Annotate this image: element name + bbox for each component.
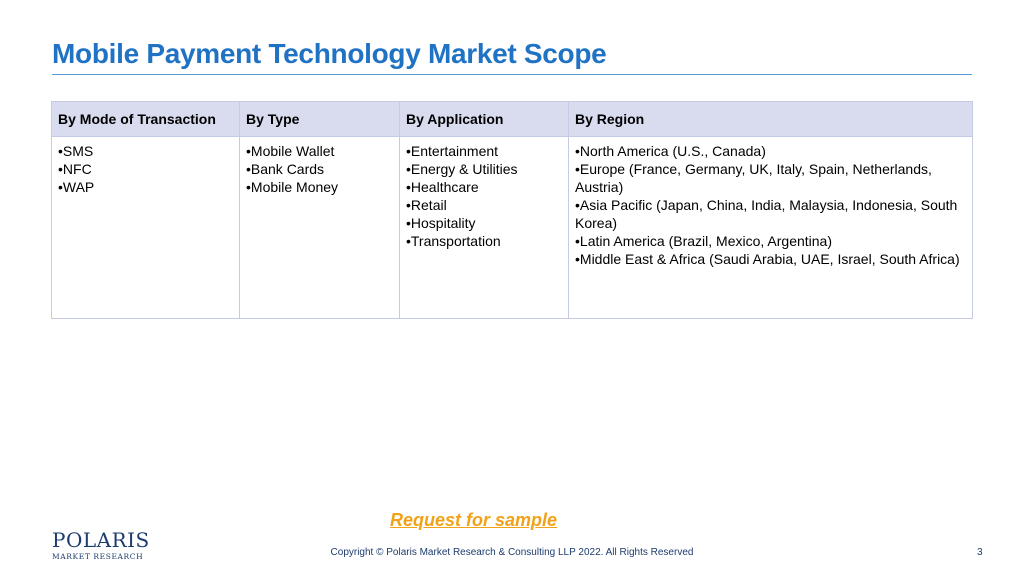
list-item: •Middle East & Africa (Saudi Arabia, UAE… <box>575 251 960 267</box>
list-item: •Mobile Money <box>246 179 339 195</box>
list-item: •Europe (France, Germany, UK, Italy, Spa… <box>575 161 932 195</box>
list-item: •Energy & Utilities <box>406 161 518 177</box>
header-type: By Type <box>239 101 400 137</box>
list-item: •Bank Cards <box>246 161 325 177</box>
list-item: •Mobile Wallet <box>246 143 335 159</box>
list-item: •Entertainment <box>406 143 499 159</box>
market-scope-table: By Mode of Transaction By Type By Applic… <box>51 101 973 319</box>
footer-copyright: Copyright © Polaris Market Research & Co… <box>330 547 694 558</box>
header-region: By Region <box>568 101 973 137</box>
list-item: •North America (U.S., Canada) <box>575 143 766 159</box>
list-item: •Healthcare <box>406 179 479 195</box>
list-item: •Retail <box>406 197 447 213</box>
page-number: 3 <box>977 547 983 558</box>
cell-mode-of-transaction: •SMS •NFC •WAP <box>51 136 240 319</box>
header-application: By Application <box>399 101 569 137</box>
request-sample-link[interactable]: Request for sample <box>390 510 557 531</box>
cell-type: •Mobile Wallet •Bank Cards •Mobile Money <box>239 136 400 319</box>
list-item: •SMS <box>58 143 94 159</box>
list-item: •Asia Pacific (Japan, China, India, Mala… <box>575 197 958 231</box>
list-item: •Transportation <box>406 233 501 249</box>
table-header-row: By Mode of Transaction By Type By Applic… <box>51 101 973 137</box>
table-row: •SMS •NFC •WAP •Mobile Wallet •Bank Card… <box>51 136 973 319</box>
list-item: •Hospitality <box>406 215 476 231</box>
cell-application: •Entertainment •Energy & Utilities •Heal… <box>399 136 569 319</box>
list-item: •NFC <box>58 161 92 177</box>
list-item: •Latin America (Brazil, Mexico, Argentin… <box>575 233 833 249</box>
list-item: •WAP <box>58 179 95 195</box>
cell-region: •North America (U.S., Canada) •Europe (F… <box>568 136 973 319</box>
title-divider <box>52 74 972 75</box>
slide-title: Mobile Payment Technology Market Scope <box>52 38 607 69</box>
header-mode-of-transaction: By Mode of Transaction <box>51 101 240 137</box>
